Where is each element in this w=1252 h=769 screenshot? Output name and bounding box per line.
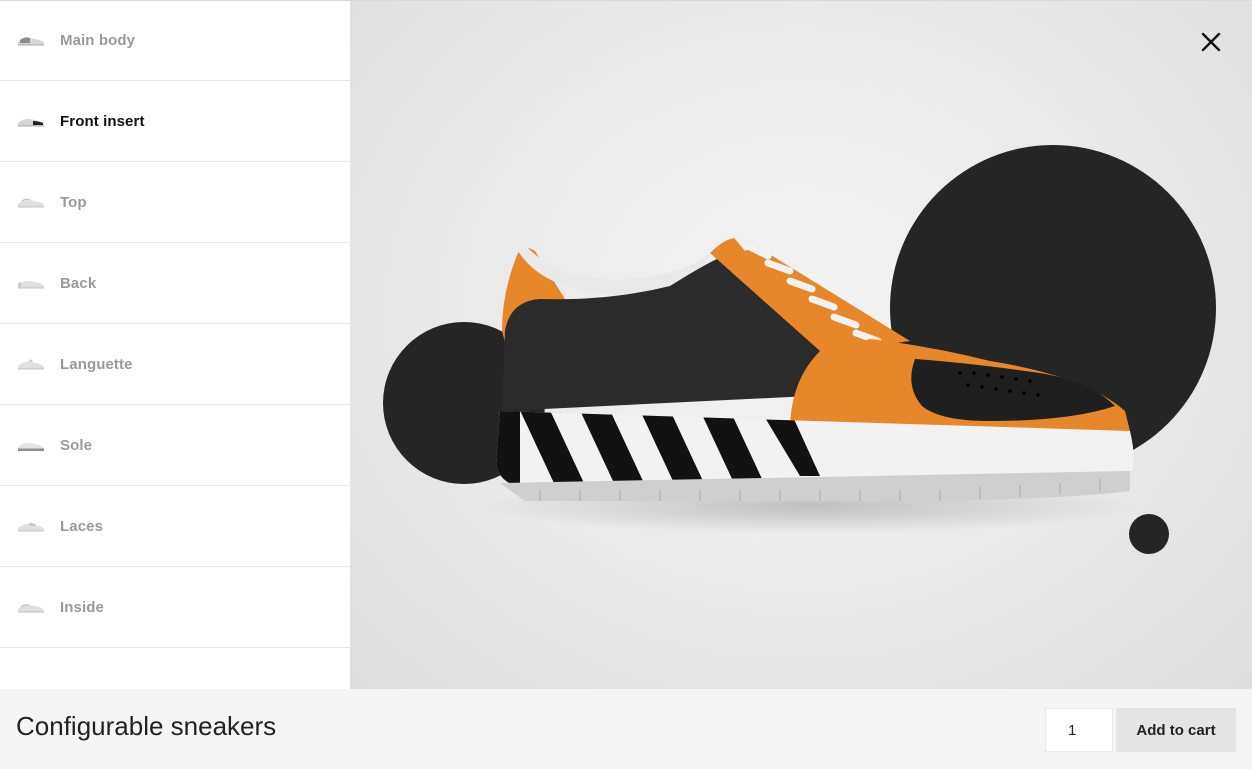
sidebar-item-label: Front insert [60,112,145,130]
shoe-thumb-laces-icon [18,522,44,532]
sidebar-item-top[interactable]: Top [0,162,350,243]
sidebar-item-label: Main body [60,31,136,49]
sidebar-item-label: Laces [60,517,104,535]
product-footer: Configurable sneakers Add to cart [0,689,1252,769]
shoe-thumb-top-icon [18,198,44,208]
top-border [0,0,1252,1]
add-to-cart-button[interactable]: Add to cart [1116,708,1236,752]
close-icon [1201,32,1221,52]
sidebar-item-front-insert[interactable]: Front insert [0,81,350,162]
sidebar-item-label: Sole [60,436,93,454]
quantity-input[interactable] [1045,708,1113,752]
product-title: Configurable sneakers [16,711,277,741]
shoe-thumb-front-insert-icon [18,118,44,127]
sidebar-item-label: Back [60,274,97,292]
sidebar-item-label: Inside [60,598,104,616]
layer-sidebar: Main body Front insert Top Back Languett… [0,0,350,689]
sidebar-item-languette[interactable]: Languette [0,324,350,405]
sidebar-item-back[interactable]: Back [0,243,350,324]
shoe-thumb-sole-icon [18,442,44,451]
sidebar-item-sole[interactable]: Sole [0,405,350,486]
shoe-thumb-main-body-icon [18,37,44,46]
sidebar-item-main-body[interactable]: Main body [0,0,350,81]
sidebar-item-laces[interactable]: Laces [0,486,350,567]
shoe-thumb-back-icon [18,280,44,289]
close-button[interactable] [1200,31,1222,53]
sidebar-item-label: Languette [60,355,133,373]
decor-circle-small [1129,514,1169,554]
shoe-thumb-inside-icon [18,603,44,613]
sidebar-item-label: Top [60,193,87,211]
product-preview [350,1,1252,689]
sidebar-item-inside[interactable]: Inside [0,567,350,648]
sneaker-preview-image [383,145,1216,554]
shoe-thumb-languette-icon [18,359,44,370]
